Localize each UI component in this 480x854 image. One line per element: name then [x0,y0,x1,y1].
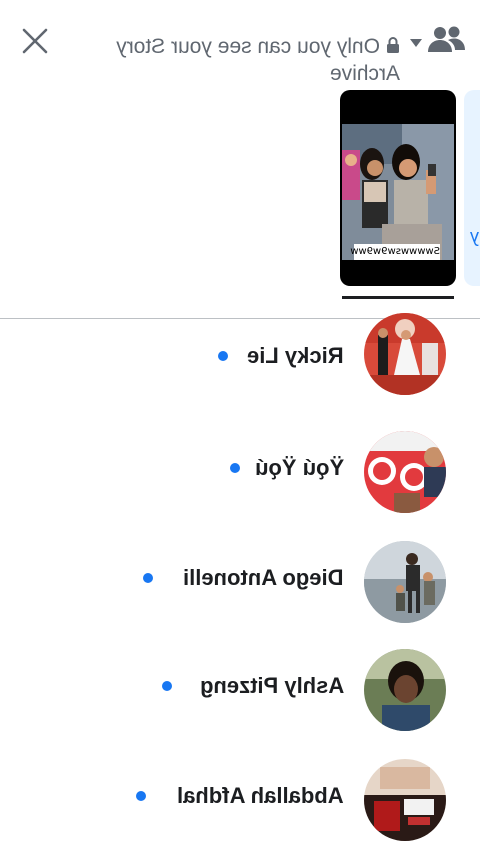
online-indicator [162,681,172,691]
lock-icon [386,35,400,61]
add-story-card[interactable]: y [464,90,480,286]
caret-down-icon[interactable] [408,36,424,48]
online-indicator [143,573,153,583]
list-item[interactable]: Ricky Lie [0,313,480,427]
privacy-text-archive: Archive [329,62,400,80]
privacy-notice: Only you can see your Story Archive [64,34,400,80]
selected-story-indicator [342,296,454,299]
story-thumbnail[interactable]: Swwwwsw9w9ww [340,90,456,286]
viewer-list: Ricky Lie Ÿǫú Ÿǫú Diego Antonelli Ashly … [0,313,480,854]
online-indicator [230,463,240,473]
viewer-name: Ashly Pitzeng [199,673,344,698]
privacy-text: Only you can see your Story [116,35,380,58]
list-item[interactable]: Abdallah Afdhal [0,751,480,854]
online-indicator [218,351,228,361]
close-icon [22,28,48,54]
avatar [364,541,446,623]
viewer-name: Ÿǫú Ÿǫú [254,455,344,480]
online-indicator [136,791,146,801]
friends-icon[interactable] [426,24,466,56]
avatar [364,649,446,731]
story-viewers-header: Only you can see your Story Archive [0,0,480,80]
list-item[interactable]: Ÿǫú Ÿǫú [0,427,480,535]
list-item[interactable]: Ashly Pitzeng [0,643,480,751]
close-button[interactable] [16,22,54,60]
story-caption: Swwwwsw9w9ww [350,244,440,260]
viewer-name: Diego Antonelli [183,565,344,590]
avatar [364,313,446,395]
viewer-name: Ricky Lie [247,343,344,368]
viewer-name: Abdallah Afdhal [177,783,344,808]
avatar [364,431,446,513]
story-tray: Swwwwsw9w9ww y [0,84,480,316]
list-item[interactable]: Diego Antonelli [0,535,480,643]
add-story-label: y [470,226,479,246]
avatar [364,759,446,841]
story-photo [342,124,454,260]
